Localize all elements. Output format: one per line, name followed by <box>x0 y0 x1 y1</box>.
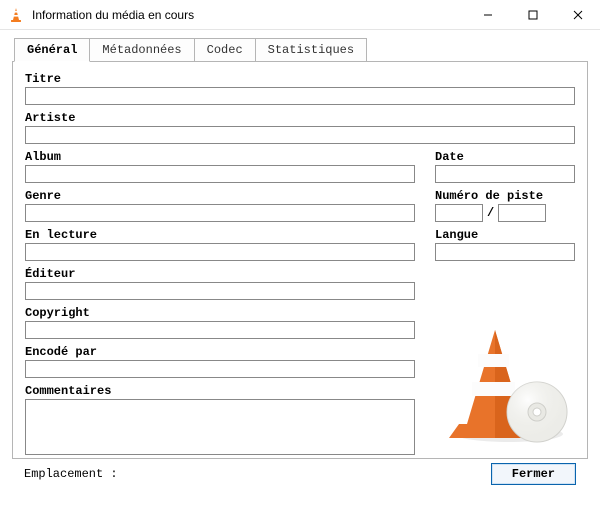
copyright-input[interactable] <box>25 321 415 339</box>
tab-stats[interactable]: Statistiques <box>255 38 367 62</box>
label-title: Titre <box>25 72 575 86</box>
tab-codec[interactable]: Codec <box>194 38 256 62</box>
track-total-input[interactable] <box>498 204 546 222</box>
label-date: Date <box>435 150 575 164</box>
window-title: Information du média en cours <box>32 8 465 22</box>
label-artist: Artiste <box>25 111 575 125</box>
album-art-placeholder <box>445 316 573 444</box>
label-track: Numéro de piste <box>435 189 575 203</box>
nowplaying-input[interactable] <box>25 243 415 261</box>
label-album: Album <box>25 150 415 164</box>
titlebar: Information du média en cours <box>0 0 600 30</box>
artist-input[interactable] <box>25 126 575 144</box>
window-controls <box>465 0 600 30</box>
maximize-button[interactable] <box>510 0 555 30</box>
language-input[interactable] <box>435 243 575 261</box>
album-input[interactable] <box>25 165 415 183</box>
panel-general: Titre Artiste Album Date Genre Numéro de… <box>12 61 588 459</box>
track-number-input[interactable] <box>435 204 483 222</box>
title-input[interactable] <box>25 87 575 105</box>
track-separator: / <box>487 206 494 220</box>
close-window-button[interactable] <box>555 0 600 30</box>
minimize-button[interactable] <box>465 0 510 30</box>
location-label: Emplacement : <box>24 467 118 481</box>
label-genre: Genre <box>25 189 415 203</box>
label-language: Langue <box>435 228 575 242</box>
vlc-cone-icon <box>8 7 24 23</box>
publisher-input[interactable] <box>25 282 415 300</box>
label-nowplaying: En lecture <box>25 228 415 242</box>
date-input[interactable] <box>435 165 575 183</box>
tab-general[interactable]: Général <box>14 38 90 62</box>
tab-metadata[interactable]: Métadonnées <box>89 38 194 62</box>
label-publisher: Éditeur <box>25 267 575 281</box>
genre-input[interactable] <box>25 204 415 222</box>
encodedby-input[interactable] <box>25 360 415 378</box>
close-button[interactable]: Fermer <box>491 463 576 485</box>
tabs: Général Métadonnées Codec Statistiques <box>14 38 588 62</box>
comments-input[interactable] <box>25 399 415 455</box>
